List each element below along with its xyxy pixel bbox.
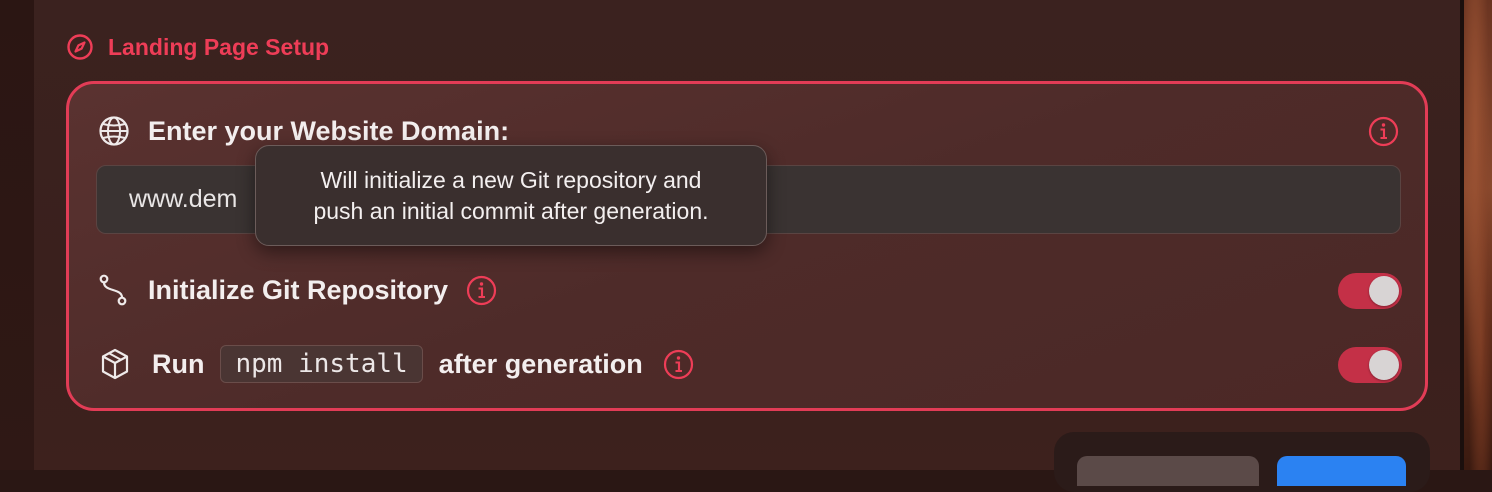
desktop-wallpaper — [1464, 0, 1492, 470]
tooltip-line-2: push an initial commit after generation. — [313, 197, 709, 224]
compass-icon — [66, 33, 94, 61]
git-info-tooltip: Will initialize a new Git repository and… — [255, 145, 767, 246]
npm-info-icon[interactable] — [663, 349, 694, 380]
domain-label-row: Enter your Website Domain: — [98, 114, 509, 148]
npm-label-prefix: Run — [152, 348, 205, 379]
secondary-button[interactable] — [1077, 456, 1259, 486]
tooltip-line-1: Will initialize a new Git repository and — [320, 166, 702, 193]
section-header: Landing Page Setup — [66, 32, 329, 62]
git-toggle-knob — [1369, 276, 1399, 306]
section-title: Landing Page Setup — [108, 33, 330, 60]
primary-button[interactable] — [1277, 456, 1406, 486]
globe-icon — [98, 115, 130, 147]
git-branch-icon — [98, 272, 130, 308]
git-label: Initialize Git Repository — [148, 274, 449, 305]
npm-label-suffix: after generation — [438, 348, 643, 379]
npm-toggle[interactable] — [1338, 347, 1402, 383]
git-toggle[interactable] — [1338, 273, 1402, 309]
git-info-icon[interactable] — [466, 275, 497, 306]
domain-label: Enter your Website Domain: — [148, 115, 510, 146]
npm-command-chip: npm install — [220, 345, 423, 383]
package-icon — [98, 347, 132, 381]
npm-toggle-knob — [1369, 350, 1399, 380]
git-row: Initialize Git Repository — [98, 272, 497, 308]
left-background-strip — [0, 0, 34, 470]
domain-info-icon[interactable] — [1368, 116, 1399, 147]
npm-row: Run npm install after generation — [98, 344, 694, 384]
